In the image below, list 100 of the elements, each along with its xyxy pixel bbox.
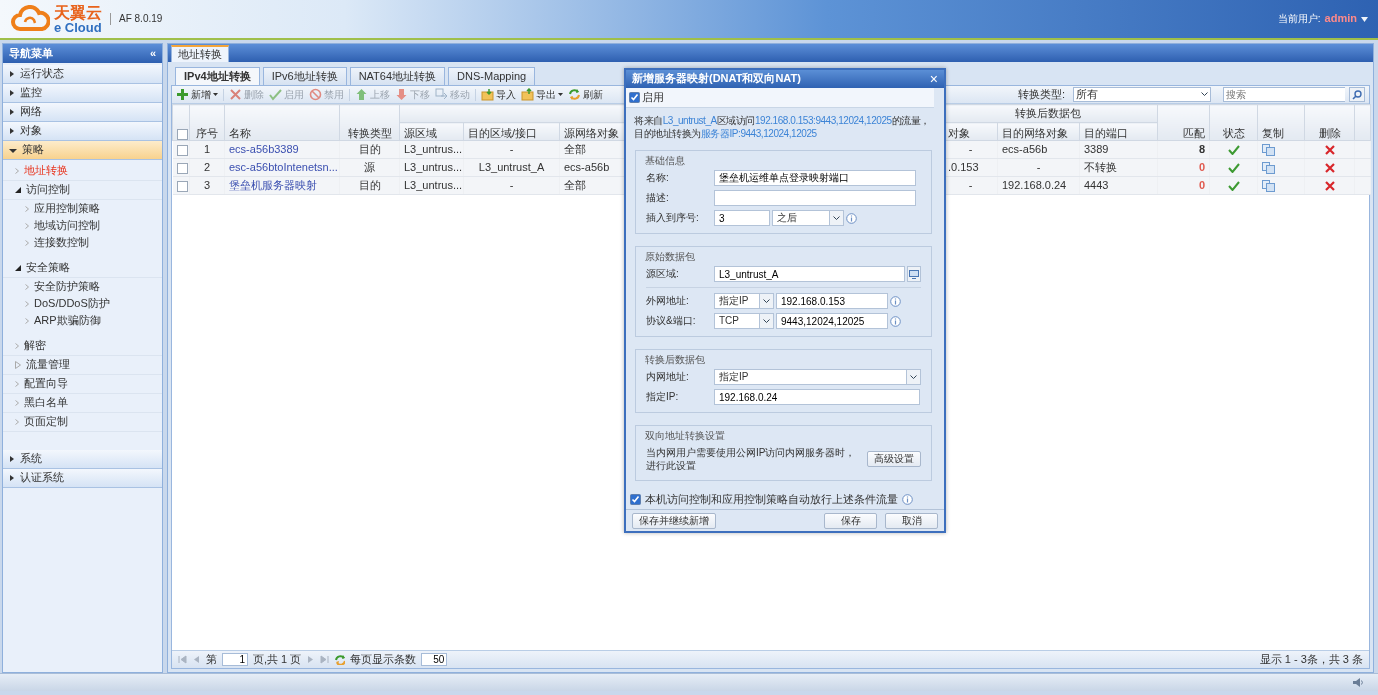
type-select[interactable]: 所有	[1073, 87, 1211, 103]
tab[interactable]: IPv6地址转换	[262, 67, 347, 86]
toolbar-button[interactable]: 导出	[521, 88, 563, 102]
previous-page-icon[interactable]	[192, 655, 201, 664]
row-checkbox[interactable]	[176, 162, 188, 174]
nav-section[interactable]: 策略	[3, 141, 162, 160]
nav-tree-item[interactable]: 访问控制	[3, 181, 162, 200]
enable-label: 启用	[642, 90, 664, 105]
tab[interactable]: NAT64地址转换	[349, 67, 446, 86]
select-field[interactable]: TCP	[714, 313, 774, 329]
chevron-icon	[15, 400, 19, 406]
toolbar-button[interactable]: 刷新	[568, 88, 603, 102]
copy-icon[interactable]	[1262, 162, 1275, 175]
row-checkbox[interactable]	[176, 144, 188, 156]
nav-section[interactable]: 对象	[3, 122, 162, 141]
nav-tree-item[interactable]: 页面定制	[3, 413, 162, 432]
field-label: 插入到序号:	[646, 212, 700, 224]
input-field[interactable]: 192.168.0.24	[714, 389, 920, 405]
dialog-button[interactable]: 保存并继续新增	[632, 512, 716, 529]
picker-button[interactable]	[907, 266, 921, 282]
window-icon	[909, 269, 920, 279]
nav-tree-item[interactable]: 流量管理	[3, 356, 162, 375]
info-icon	[902, 494, 913, 506]
delete-icon[interactable]	[1324, 163, 1335, 174]
toolbar-button[interactable]: 新增	[176, 88, 218, 102]
caret-icon	[9, 70, 15, 78]
page-prefix: 第	[206, 652, 217, 667]
search-button[interactable]	[1349, 87, 1365, 103]
nav-section[interactable]: 系统	[3, 450, 162, 469]
dialog-button[interactable]: 保存	[824, 512, 877, 529]
last-page-icon[interactable]	[320, 655, 330, 664]
down-arrow-icon	[395, 88, 408, 102]
triangle-icon	[15, 361, 21, 369]
nav-section[interactable]: 网络	[3, 103, 162, 122]
nav-tree-item[interactable]: 连接数控制	[3, 234, 162, 251]
copy-icon[interactable]	[1262, 180, 1275, 193]
advanced-settings-button[interactable]: 高级设置	[867, 451, 921, 467]
nav-section[interactable]: 运行状态	[3, 65, 162, 84]
search-field[interactable]: 搜索	[1223, 87, 1345, 103]
chevron-down-icon	[763, 298, 770, 304]
section-legend: 双向地址转换设置	[643, 430, 727, 442]
row-checkbox[interactable]	[176, 180, 188, 192]
nav-section[interactable]: 认证系统	[3, 469, 162, 488]
caret-icon	[9, 89, 15, 97]
next-page-icon[interactable]	[306, 655, 316, 664]
tab[interactable]: DNS-Mapping	[448, 67, 536, 86]
chevron-down-icon	[1201, 92, 1208, 98]
nav-tree-item[interactable]: 应用控制策略	[3, 200, 162, 217]
input-field[interactable]: 堡垒机运维单点登录映射端口	[714, 170, 916, 186]
tab[interactable]: IPv4地址转换	[175, 67, 260, 86]
close-icon	[229, 88, 242, 102]
check-icon[interactable]	[1227, 181, 1240, 192]
input-field[interactable]	[714, 190, 916, 206]
nav-section[interactable]: 监控	[3, 84, 162, 103]
check-icon[interactable]	[1227, 145, 1240, 156]
caret-icon	[1361, 16, 1368, 22]
caret-icon	[558, 93, 563, 97]
nav-tree-item[interactable]: ARP欺骗防御	[3, 312, 162, 329]
per-page-field[interactable]: 50	[421, 653, 448, 666]
chevron-icon	[15, 419, 19, 425]
select-field[interactable]: 之后	[772, 210, 844, 226]
dialog-button[interactable]: 取消	[885, 512, 938, 529]
check-icon[interactable]	[1227, 163, 1240, 174]
checkbox[interactable]	[629, 92, 640, 103]
nav-tree-item[interactable]: 配置向导	[3, 375, 162, 394]
refresh-icon[interactable]	[334, 654, 346, 665]
nav-tree-item[interactable]: 地址转换	[3, 162, 162, 181]
input-field[interactable]: 3	[714, 210, 770, 226]
nav-tree-item[interactable]: 地域访问控制	[3, 217, 162, 234]
collapse-button[interactable]: «	[149, 46, 156, 61]
filter-label: 转换类型:	[1017, 88, 1065, 102]
select-field[interactable]: 指定IP	[714, 293, 774, 309]
speaker-icon[interactable]	[1352, 677, 1364, 688]
nav-tree-item[interactable]: 安全策略	[3, 259, 162, 278]
select-field[interactable]: 指定IP	[714, 369, 921, 385]
input-field[interactable]: 192.168.0.153	[776, 293, 888, 309]
delete-icon[interactable]	[1324, 145, 1335, 156]
input-field[interactable]: 9443,12024,12025	[776, 313, 888, 329]
nav-tree-item[interactable]: 安全防护策略	[3, 278, 162, 295]
toolbar-button[interactable]: 导入	[481, 88, 516, 102]
match-count: 0	[1198, 161, 1205, 174]
section-legend: 基础信息	[643, 155, 687, 167]
column-header: 复制	[1257, 104, 1305, 141]
copy-icon[interactable]	[1262, 144, 1275, 157]
header-checkbox[interactable]	[177, 128, 188, 140]
close-button[interactable]: ×	[929, 72, 938, 86]
nav-tree-item[interactable]: 解密	[3, 337, 162, 356]
column-header: 匹配	[1157, 104, 1210, 141]
nav-tree-item[interactable]: DoS/DDoS防护	[3, 295, 162, 312]
caret-icon	[213, 93, 218, 97]
caret-icon	[9, 108, 15, 116]
info-icon	[846, 212, 857, 224]
page-number-field[interactable]: 1	[222, 653, 248, 666]
input-field[interactable]: L3_untrust_A	[714, 266, 906, 282]
first-page-icon[interactable]	[178, 655, 187, 664]
user-label: 当前用户:	[1277, 13, 1321, 25]
nav-tree-item[interactable]: 黑白名单	[3, 394, 162, 413]
page-tab[interactable]: 地址转换	[171, 45, 229, 62]
delete-icon[interactable]	[1324, 181, 1335, 192]
checkbox[interactable]	[630, 494, 641, 506]
